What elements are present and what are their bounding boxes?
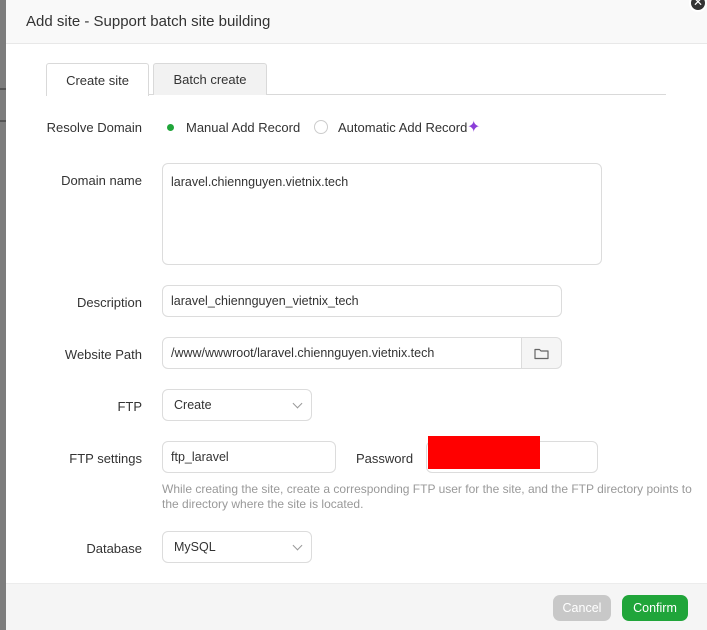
cancel-button[interactable]: Cancel [553,595,611,621]
tab-create-site[interactable]: Create site [46,63,149,96]
confirm-button[interactable]: Confirm [622,595,688,621]
folder-icon [534,348,549,359]
ftp-settings-label: FTP settings [69,451,142,466]
resolve-domain-label: Resolve Domain [46,120,142,135]
tab-bar: Create site Batch create [46,63,666,96]
website-path-input[interactable]: /www/wwwroot/laravel.chiennguyen.vietnix… [162,337,522,369]
database-select-value: MySQL [174,540,216,554]
dialog-title: Add site - Support batch site building [26,13,271,30]
sparkle-icon: ✦ [467,119,481,136]
dialog-header: Add site - Support batch site building [6,0,707,44]
ftp-help-text: While creating the site, create a corres… [162,482,692,511]
domain-name-textarea[interactable]: laravel.chiennguyen.vietnix.tech [162,163,602,265]
ftp-select[interactable]: Create [162,389,312,421]
dialog-footer: Cancel Confirm [6,583,707,630]
website-path-label: Website Path [64,347,142,362]
database-select[interactable]: MySQL [162,531,312,563]
description-label: Description [76,295,142,310]
redaction-block [428,436,540,469]
ftp-select-value: Create [174,398,212,412]
radio-label-automatic[interactable]: Automatic Add Record [338,120,467,135]
close-icon: ✕ [692,0,704,9]
browse-folder-button[interactable] [521,337,562,369]
radio-automatic-add-record[interactable] [314,120,328,134]
domain-name-label: Domain name [61,173,142,188]
ftp-password-label: Password [356,451,414,466]
database-label: Database [86,541,142,556]
radio-manual-add-record[interactable] [163,120,177,134]
ftp-username-input[interactable]: ftp_laravel [162,441,336,473]
chevron-down-icon [292,540,303,551]
add-site-dialog: Add site - Support batch site building ✕… [6,0,707,630]
radio-label-manual[interactable]: Manual Add Record [186,120,300,135]
chevron-down-icon [292,398,303,409]
ftp-label: FTP [117,399,142,414]
description-input[interactable]: laravel_chiennguyen_vietnix_tech [162,285,562,317]
tab-batch-create[interactable]: Batch create [153,63,267,95]
